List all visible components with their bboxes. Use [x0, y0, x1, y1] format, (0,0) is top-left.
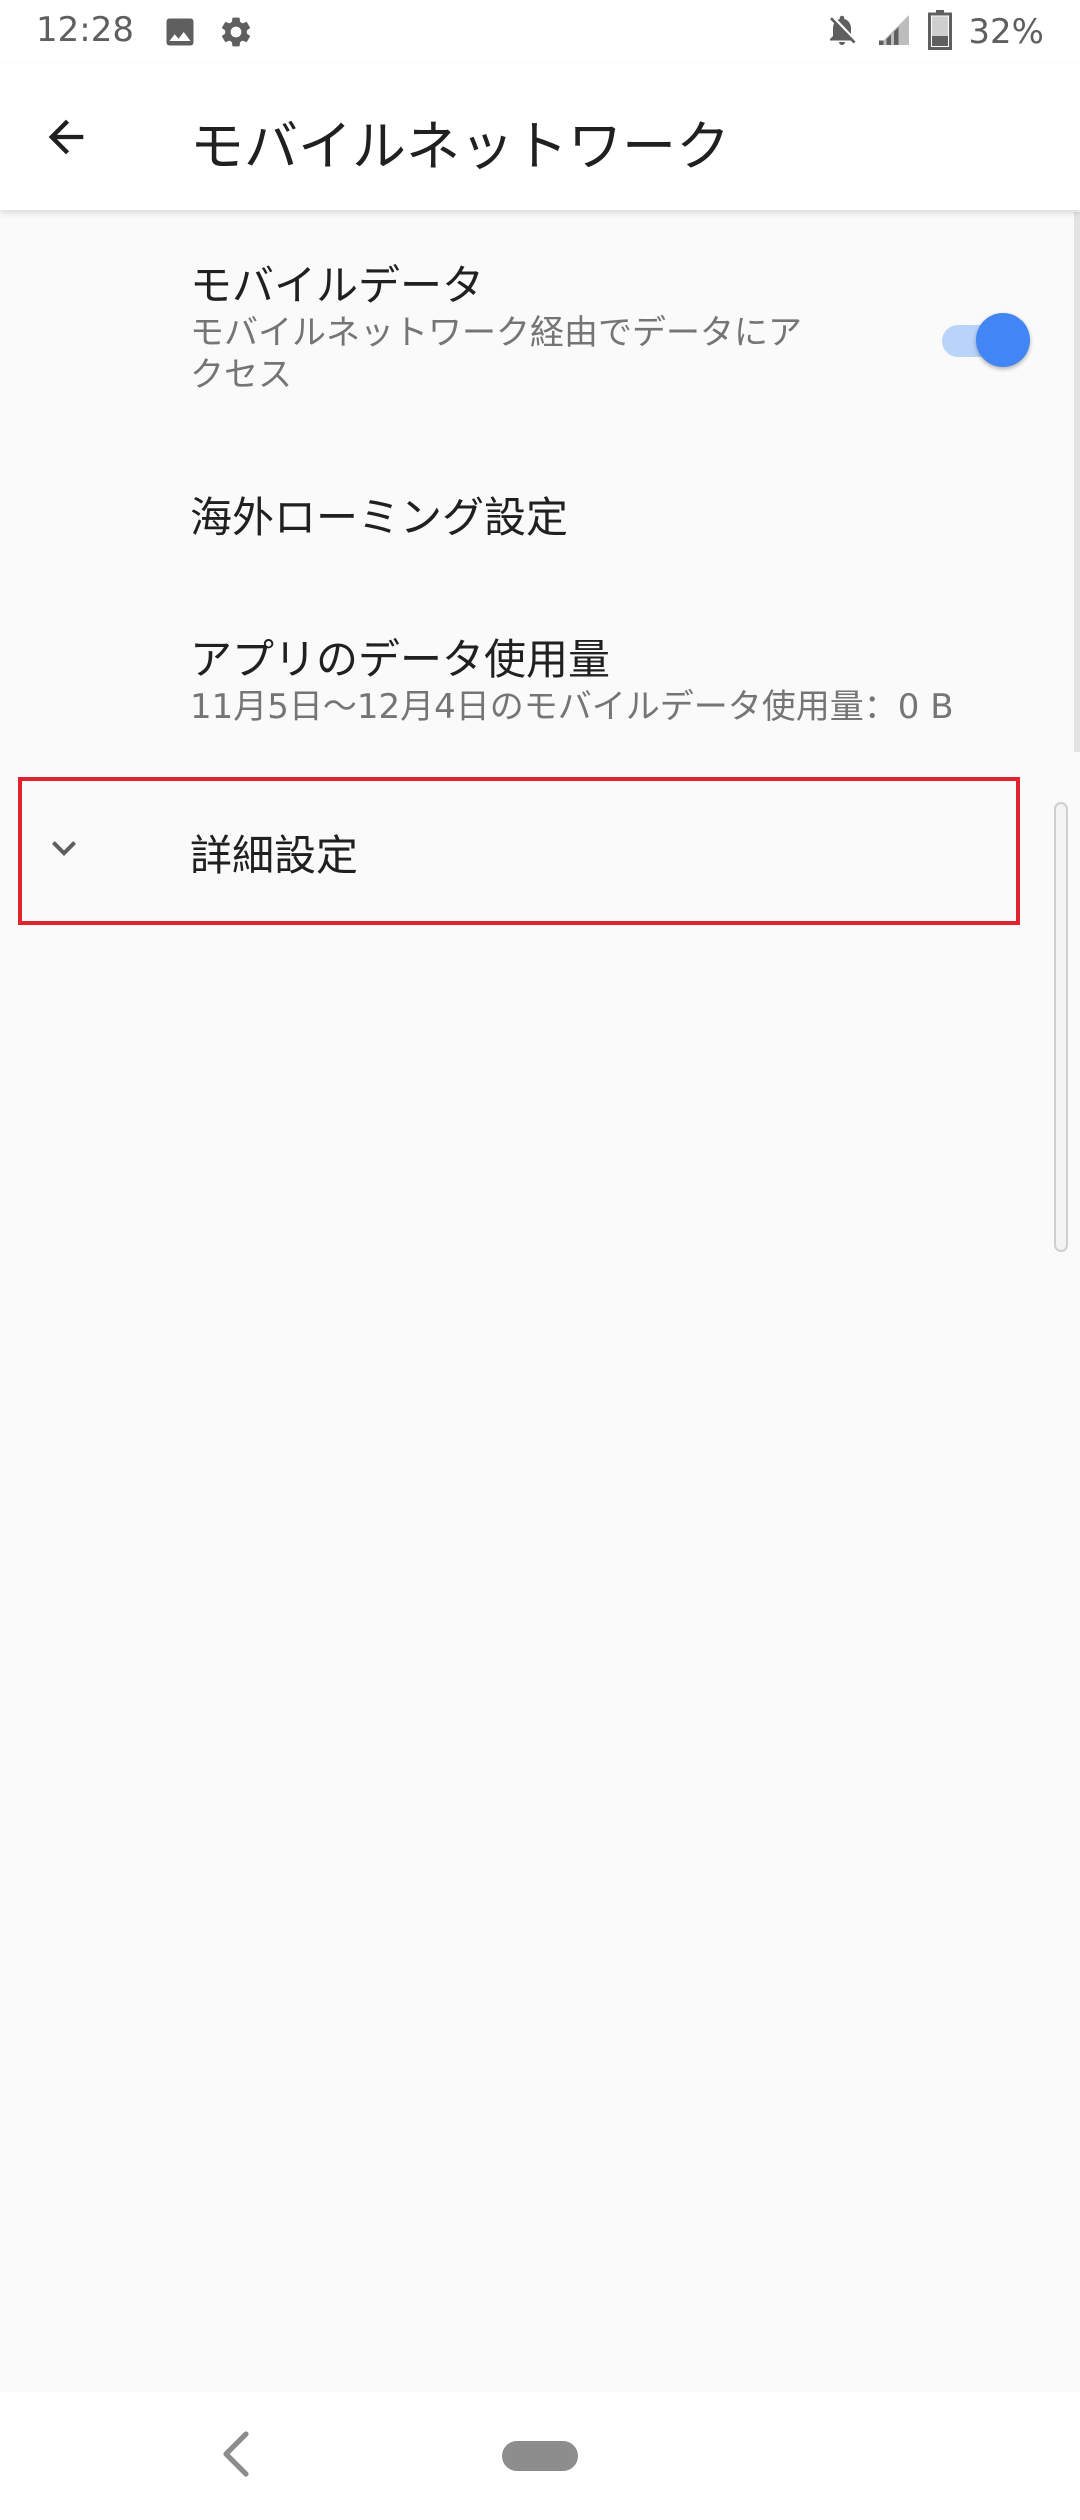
mobile-data-title: モバイルデータ	[190, 261, 485, 310]
gear-icon	[218, 14, 254, 50]
app-data-usage-summary: 11月5日～12月4日のモバイルデータ使用量：0 B	[190, 687, 954, 727]
mobile-network-settings-screen: 12:28 32% モバイルネットワーク モバイルデータ モバイルネットワーク経…	[0, 0, 1080, 2520]
mobile-data-summary-line2: クセス	[190, 355, 292, 395]
app-bar: モバイルネットワーク	[0, 64, 1080, 210]
notifications-off-icon	[824, 12, 860, 52]
signal-icon	[876, 12, 912, 52]
mobile-data-summary: モバイルネットワーク経由でデータにア クセス	[190, 312, 802, 396]
battery-percent: 32%	[968, 12, 1044, 52]
mobile-data-item[interactable]: モバイルデータ モバイルネットワーク経由でデータにア クセス	[0, 212, 1080, 440]
status-right-icons: 32%	[824, 8, 1044, 56]
navigation-bar	[0, 2392, 1080, 2520]
mobile-data-toggle[interactable]	[942, 307, 1030, 367]
scrollbar-thumb[interactable]	[1054, 802, 1068, 1252]
image-icon	[162, 14, 198, 50]
battery-icon	[928, 10, 953, 54]
chevron-down-icon	[40, 824, 88, 872]
toggle-thumb	[976, 313, 1030, 367]
app-data-usage-title: アプリのデータ使用量	[190, 635, 611, 684]
advanced-settings-item[interactable]: 詳細設定	[0, 777, 1080, 925]
page-title: モバイルネットワーク	[190, 115, 730, 178]
back-button[interactable]	[30, 101, 102, 173]
app-data-usage-item[interactable]: アプリのデータ使用量 11月5日～12月4日のモバイルデータ使用量：0 B	[0, 580, 1080, 776]
status-bar: 12:28 32%	[0, 0, 1080, 64]
nav-back-icon[interactable]	[210, 2422, 266, 2486]
roaming-settings-item[interactable]: 海外ローミング設定	[0, 440, 1080, 580]
advanced-settings-title: 詳細設定	[190, 831, 359, 880]
roaming-settings-title: 海外ローミング設定	[190, 493, 569, 542]
nav-home-pill[interactable]	[502, 2441, 578, 2471]
status-time: 12:28	[36, 10, 134, 50]
mobile-data-summary-line1: モバイルネットワーク経由でデータにア	[190, 313, 802, 353]
back-arrow-icon	[48, 119, 84, 155]
